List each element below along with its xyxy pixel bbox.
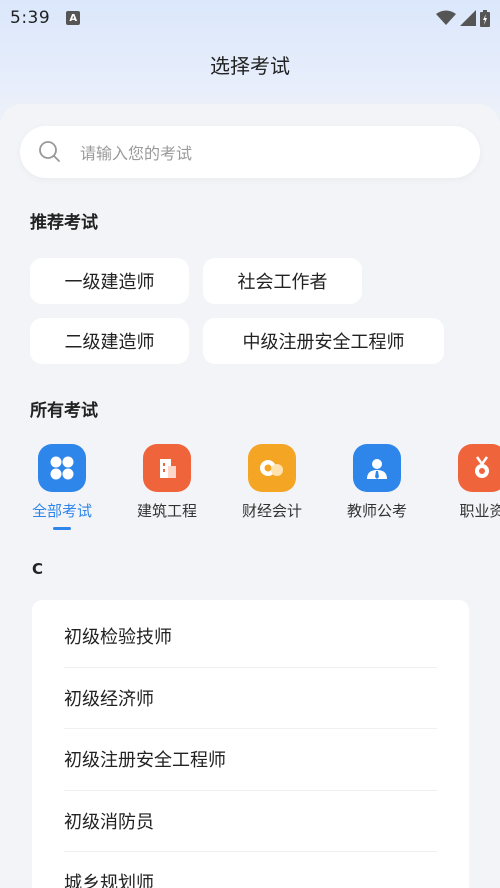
content-sheet: 请输入您的考试 推荐考试 一级建造师 社会工作者 二级建造师 中级注册安全工程师… <box>0 104 500 888</box>
search-icon <box>38 140 62 164</box>
exam-list: 初级检验技师 初级经济师 初级注册安全工程师 初级消防员 城乡规划师 <box>32 600 469 888</box>
recommended-chip[interactable]: 一级建造师 <box>30 258 189 304</box>
category-label: 职业资 <box>459 502 500 520</box>
list-item[interactable]: 初级经济师 <box>64 668 437 729</box>
list-item[interactable]: 初级注册安全工程师 <box>64 729 437 791</box>
recommended-chip[interactable]: 二级建造师 <box>30 318 189 364</box>
person-icon <box>353 444 401 492</box>
status-bar: 5:39 A <box>0 0 500 36</box>
index-letter: C <box>32 560 44 578</box>
category-teacher[interactable]: 教师公考 <box>332 444 422 521</box>
notification-icon: A <box>66 11 81 25</box>
signal-icon <box>460 10 476 26</box>
medal-icon <box>458 444 500 492</box>
category-label: 教师公考 <box>346 502 407 520</box>
list-item[interactable]: 初级检验技师 <box>64 606 437 668</box>
category-label: 全部考试 <box>31 502 92 520</box>
search-input[interactable]: 请输入您的考试 <box>20 126 480 178</box>
category-vocational[interactable]: 职业资 <box>437 444 500 521</box>
list-item[interactable]: 城乡规划师 <box>64 852 437 888</box>
category-construction[interactable]: 建筑工程 <box>122 444 212 521</box>
wifi-icon <box>436 10 456 25</box>
active-indicator <box>53 527 71 530</box>
battery-icon <box>480 9 490 27</box>
status-time: 5:39 <box>10 8 51 28</box>
search-placeholder: 请输入您的考试 <box>80 144 193 163</box>
list-item[interactable]: 初级消防员 <box>64 791 437 852</box>
building-icon <box>143 444 191 492</box>
category-finance[interactable]: 财经会计 <box>227 444 317 521</box>
grid-icon <box>38 444 86 492</box>
recommended-title: 推荐考试 <box>30 213 98 233</box>
recommended-chip[interactable]: 社会工作者 <box>203 258 362 304</box>
recommended-chip[interactable]: 中级注册安全工程师 <box>203 318 444 364</box>
category-label: 财经会计 <box>241 502 302 520</box>
status-icons <box>436 9 490 27</box>
category-label: 建筑工程 <box>136 502 197 520</box>
coins-icon <box>248 444 296 492</box>
category-all[interactable]: 全部考试 <box>17 444 107 530</box>
all-exams-title: 所有考试 <box>30 401 98 421</box>
page-title: 选择考试 <box>210 54 290 78</box>
